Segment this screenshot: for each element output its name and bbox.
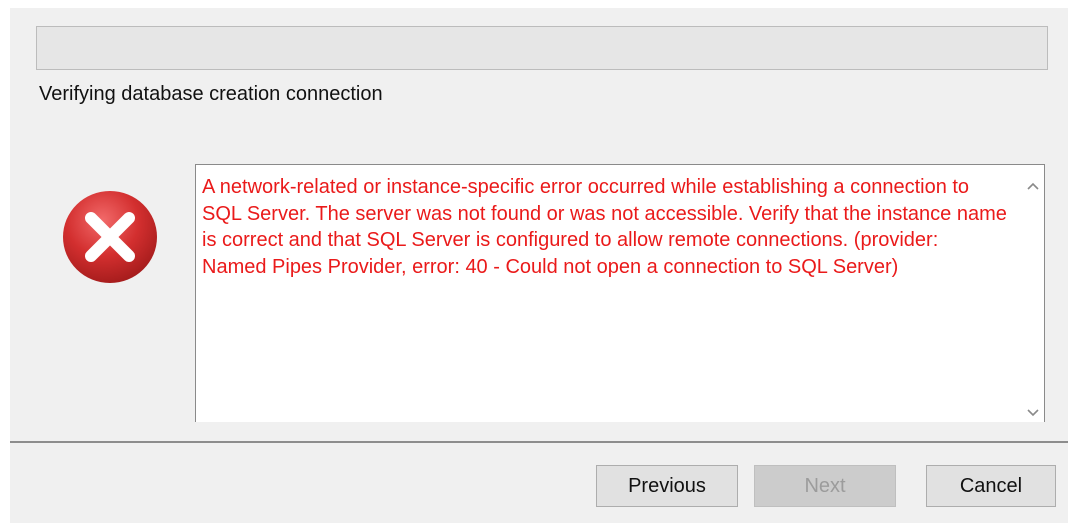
progress-bar <box>36 26 1048 70</box>
error-message-text: A network-related or instance-specific e… <box>202 176 1007 278</box>
cancel-button[interactable]: Cancel <box>926 465 1056 507</box>
footer-separator <box>10 441 1068 443</box>
error-message-box[interactable]: A network-related or instance-specific e… <box>195 164 1045 422</box>
previous-button[interactable]: Previous <box>596 465 738 507</box>
error-x-icon <box>63 191 157 283</box>
scroll-down-arrow-icon[interactable] <box>1026 408 1040 418</box>
next-button[interactable]: Next <box>754 465 896 507</box>
scroll-up-arrow-icon[interactable] <box>1026 181 1040 191</box>
vertical-scrollbar[interactable] <box>1022 165 1044 422</box>
status-label: Verifying database creation connection <box>39 83 383 105</box>
